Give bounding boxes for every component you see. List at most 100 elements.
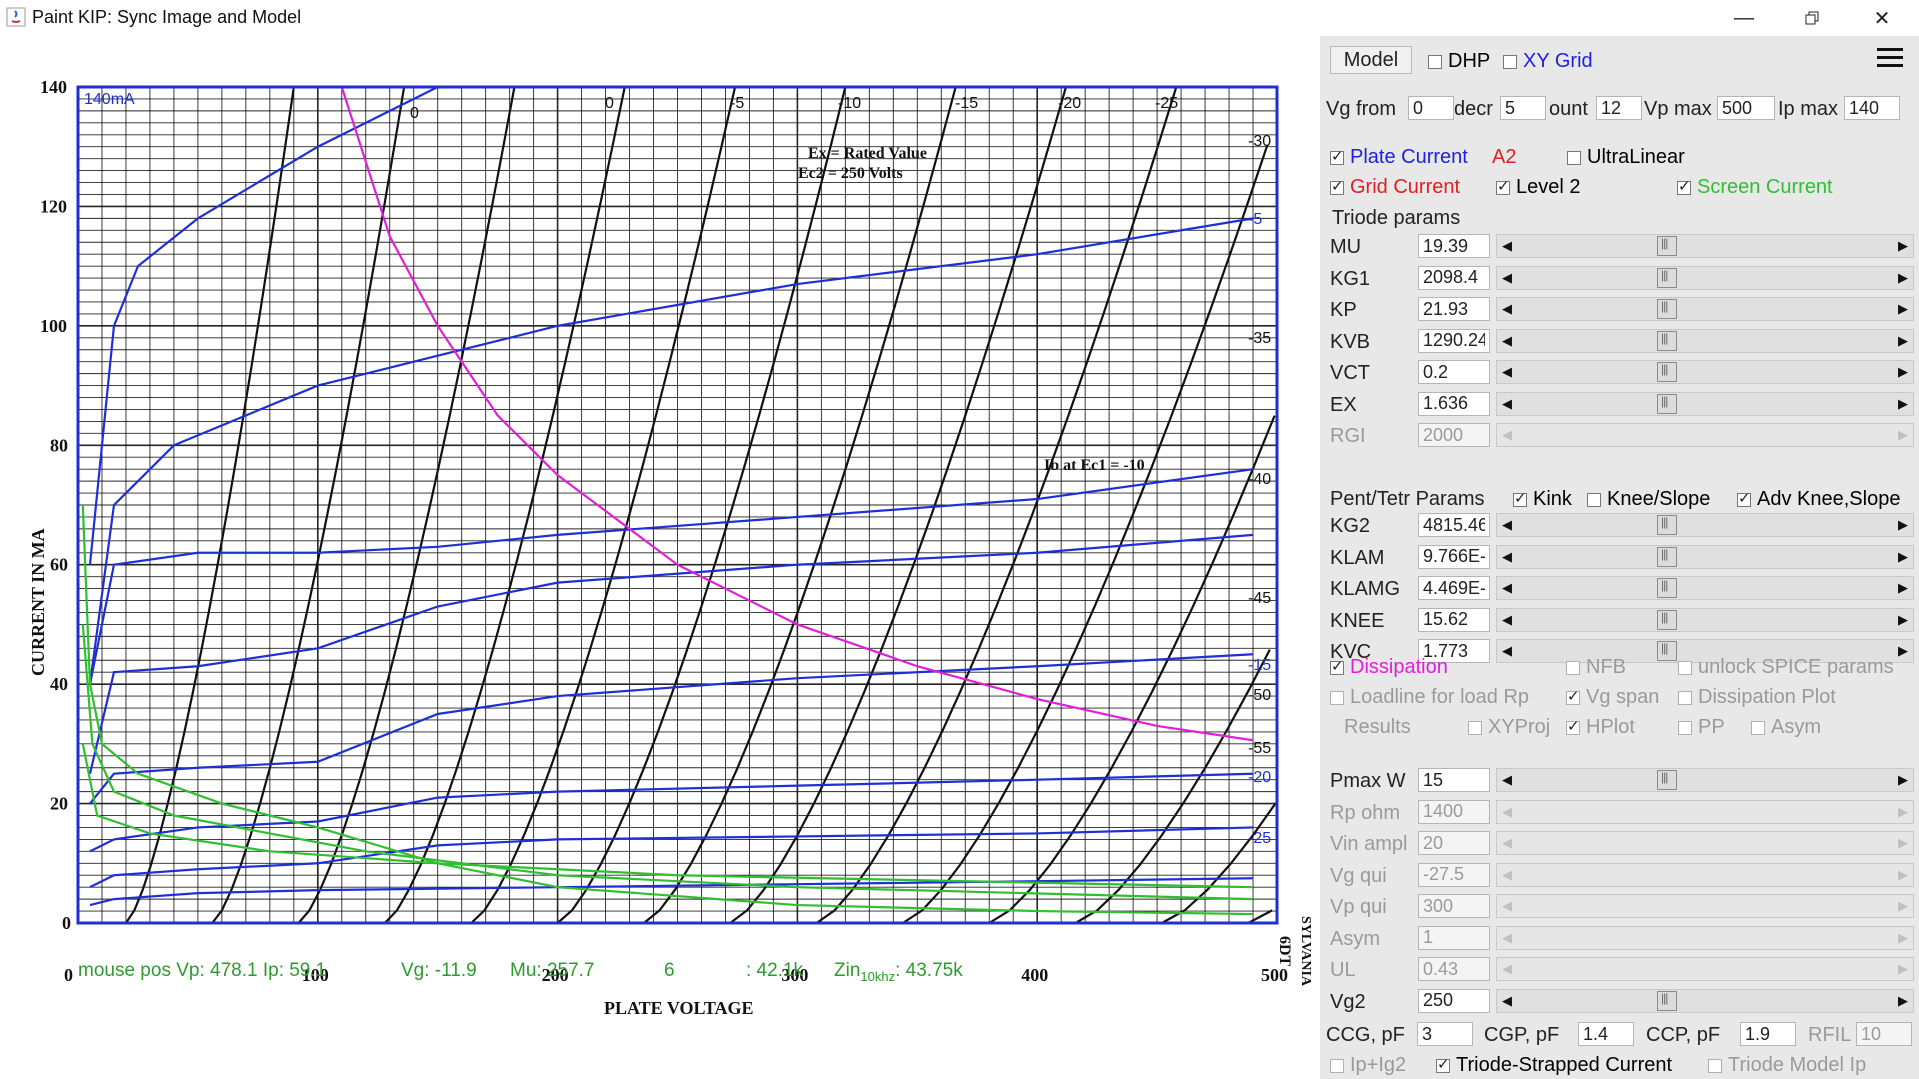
cgp-field[interactable] xyxy=(1578,1022,1634,1046)
restore-button[interactable] xyxy=(1782,0,1842,36)
param-slider[interactable]: ◀ ▶ xyxy=(1496,768,1914,792)
ip-ig2-checkbox-box[interactable] xyxy=(1330,1058,1344,1073)
xy-grid-checkbox-box[interactable] xyxy=(1503,54,1517,69)
slider-right-arrow-icon[interactable]: ▶ xyxy=(1893,424,1913,446)
slider-left-arrow-icon[interactable]: ◀ xyxy=(1497,546,1517,568)
param-slider[interactable]: ◀ ▶ xyxy=(1496,391,1914,416)
slider-right-arrow-icon[interactable]: ▶ xyxy=(1893,577,1913,599)
param-slider[interactable]: ◀ ▶ xyxy=(1496,234,1914,258)
adv-knee-slope-checkbox-box[interactable] xyxy=(1737,489,1751,507)
slider-left-arrow-icon[interactable]: ◀ xyxy=(1497,361,1517,383)
param-field[interactable] xyxy=(1418,607,1490,632)
vg-span-checkbox[interactable]: Vg span xyxy=(1566,686,1659,709)
slider-thumb[interactable] xyxy=(1657,267,1677,288)
param-slider[interactable]: ◀ ▶ xyxy=(1496,957,1914,981)
hplot-checkbox-box[interactable] xyxy=(1566,717,1580,735)
minimize-button[interactable]: — xyxy=(1714,0,1774,36)
slider-thumb[interactable] xyxy=(1657,641,1677,661)
unlock-spice-checkbox[interactable]: unlock SPICE params xyxy=(1678,656,1894,679)
slider-right-arrow-icon[interactable]: ▶ xyxy=(1893,640,1913,662)
triode-model-ip-checkbox[interactable]: Triode Model Ip xyxy=(1708,1054,1866,1077)
slider-right-arrow-icon[interactable]: ▶ xyxy=(1893,895,1913,917)
param-field[interactable] xyxy=(1418,328,1490,353)
param-field[interactable] xyxy=(1418,925,1490,950)
param-field[interactable] xyxy=(1418,234,1490,258)
knee-slope-checkbox[interactable]: Knee/Slope xyxy=(1587,488,1710,511)
slider-left-arrow-icon[interactable]: ◀ xyxy=(1497,267,1517,289)
slider-left-arrow-icon[interactable]: ◀ xyxy=(1497,895,1517,917)
rfil-field[interactable] xyxy=(1856,1022,1912,1046)
param-field[interactable] xyxy=(1418,544,1490,569)
level2-checkbox-box[interactable] xyxy=(1496,177,1510,195)
param-slider[interactable]: ◀ ▶ xyxy=(1496,513,1914,537)
slider-thumb[interactable] xyxy=(1657,362,1677,382)
loadline-checkbox-box[interactable] xyxy=(1330,690,1344,705)
slider-right-arrow-icon[interactable]: ▶ xyxy=(1893,298,1913,320)
menu-button[interactable] xyxy=(1875,44,1905,72)
nfb-checkbox[interactable]: NFB xyxy=(1566,656,1626,679)
slider-left-arrow-icon[interactable]: ◀ xyxy=(1497,514,1517,536)
slider-right-arrow-icon[interactable]: ▶ xyxy=(1893,609,1913,631)
xy-grid-checkbox[interactable]: XY Grid xyxy=(1503,50,1593,73)
slider-right-arrow-icon[interactable]: ▶ xyxy=(1893,514,1913,536)
slider-left-arrow-icon[interactable]: ◀ xyxy=(1497,424,1517,446)
slider-left-arrow-icon[interactable]: ◀ xyxy=(1497,609,1517,631)
xyproj-checkbox-box[interactable] xyxy=(1468,720,1482,735)
slider-thumb[interactable] xyxy=(1657,609,1677,630)
screen-current-checkbox-box[interactable] xyxy=(1677,177,1691,195)
ccg-field[interactable] xyxy=(1417,1022,1473,1046)
param-field[interactable] xyxy=(1418,513,1490,537)
slider-right-arrow-icon[interactable]: ▶ xyxy=(1893,927,1913,949)
triode-strapped-checkbox-box[interactable] xyxy=(1436,1055,1450,1073)
ccp-field[interactable] xyxy=(1740,1022,1796,1046)
slider-right-arrow-icon[interactable]: ▶ xyxy=(1893,330,1913,352)
count-field[interactable] xyxy=(1596,96,1642,120)
vg-from-field[interactable] xyxy=(1408,96,1454,120)
param-slider[interactable]: ◀ ▶ xyxy=(1496,831,1914,855)
param-slider[interactable]: ◀ ▶ xyxy=(1496,607,1914,632)
decr-field[interactable] xyxy=(1500,96,1546,120)
slider-right-arrow-icon[interactable]: ▶ xyxy=(1893,267,1913,289)
ip-ig2-checkbox[interactable]: Ip+Ig2 xyxy=(1330,1054,1406,1077)
vp-max-field[interactable] xyxy=(1717,96,1775,120)
slider-thumb[interactable] xyxy=(1657,330,1677,351)
plate-current-checkbox-box[interactable] xyxy=(1330,147,1344,165)
slider-right-arrow-icon[interactable]: ▶ xyxy=(1893,958,1913,980)
vg-span-checkbox-box[interactable] xyxy=(1566,687,1580,705)
model-button[interactable]: Model xyxy=(1330,46,1412,74)
param-field[interactable] xyxy=(1418,799,1490,824)
slider-left-arrow-icon[interactable]: ◀ xyxy=(1497,330,1517,352)
close-button[interactable]: ✕ xyxy=(1852,0,1912,36)
param-slider[interactable]: ◀ ▶ xyxy=(1496,328,1914,353)
param-slider[interactable]: ◀ ▶ xyxy=(1496,988,1914,1013)
param-field[interactable] xyxy=(1418,862,1490,887)
dissipation-checkbox[interactable]: Dissipation xyxy=(1330,656,1448,679)
slider-right-arrow-icon[interactable]: ▶ xyxy=(1893,393,1913,415)
slider-right-arrow-icon[interactable]: ▶ xyxy=(1893,235,1913,257)
slider-left-arrow-icon[interactable]: ◀ xyxy=(1497,927,1517,949)
param-slider[interactable]: ◀ ▶ xyxy=(1496,799,1914,824)
slider-right-arrow-icon[interactable]: ▶ xyxy=(1893,546,1913,568)
asym-checkbox-box[interactable] xyxy=(1751,720,1765,735)
slider-left-arrow-icon[interactable]: ◀ xyxy=(1497,958,1517,980)
kink-checkbox[interactable]: Kink xyxy=(1513,488,1572,511)
level2-checkbox[interactable]: Level 2 xyxy=(1496,176,1581,199)
param-field[interactable] xyxy=(1418,894,1490,918)
slider-left-arrow-icon[interactable]: ◀ xyxy=(1497,832,1517,854)
hplot-checkbox[interactable]: HPlot xyxy=(1566,716,1635,739)
slider-thumb[interactable] xyxy=(1657,578,1677,598)
param-field[interactable] xyxy=(1418,576,1490,600)
slider-right-arrow-icon[interactable]: ▶ xyxy=(1893,769,1913,791)
loadline-checkbox[interactable]: Loadline for load Rp xyxy=(1330,686,1529,709)
unlock-spice-checkbox-box[interactable] xyxy=(1678,660,1692,675)
grid-current-checkbox-box[interactable] xyxy=(1330,177,1344,195)
dhp-checkbox[interactable]: DHP xyxy=(1428,50,1490,73)
slider-thumb[interactable] xyxy=(1657,770,1677,790)
slider-thumb[interactable] xyxy=(1657,393,1677,414)
nfb-checkbox-box[interactable] xyxy=(1566,660,1580,675)
dhp-checkbox-box[interactable] xyxy=(1428,54,1442,69)
slider-left-arrow-icon[interactable]: ◀ xyxy=(1497,801,1517,823)
slider-left-arrow-icon[interactable]: ◀ xyxy=(1497,640,1517,662)
param-slider[interactable]: ◀ ▶ xyxy=(1496,925,1914,950)
plot-area[interactable]: 0 100 200 300 400 500 0 20 40 60 80 100 120 140 PLATE … xyxy=(0,36,1320,1079)
